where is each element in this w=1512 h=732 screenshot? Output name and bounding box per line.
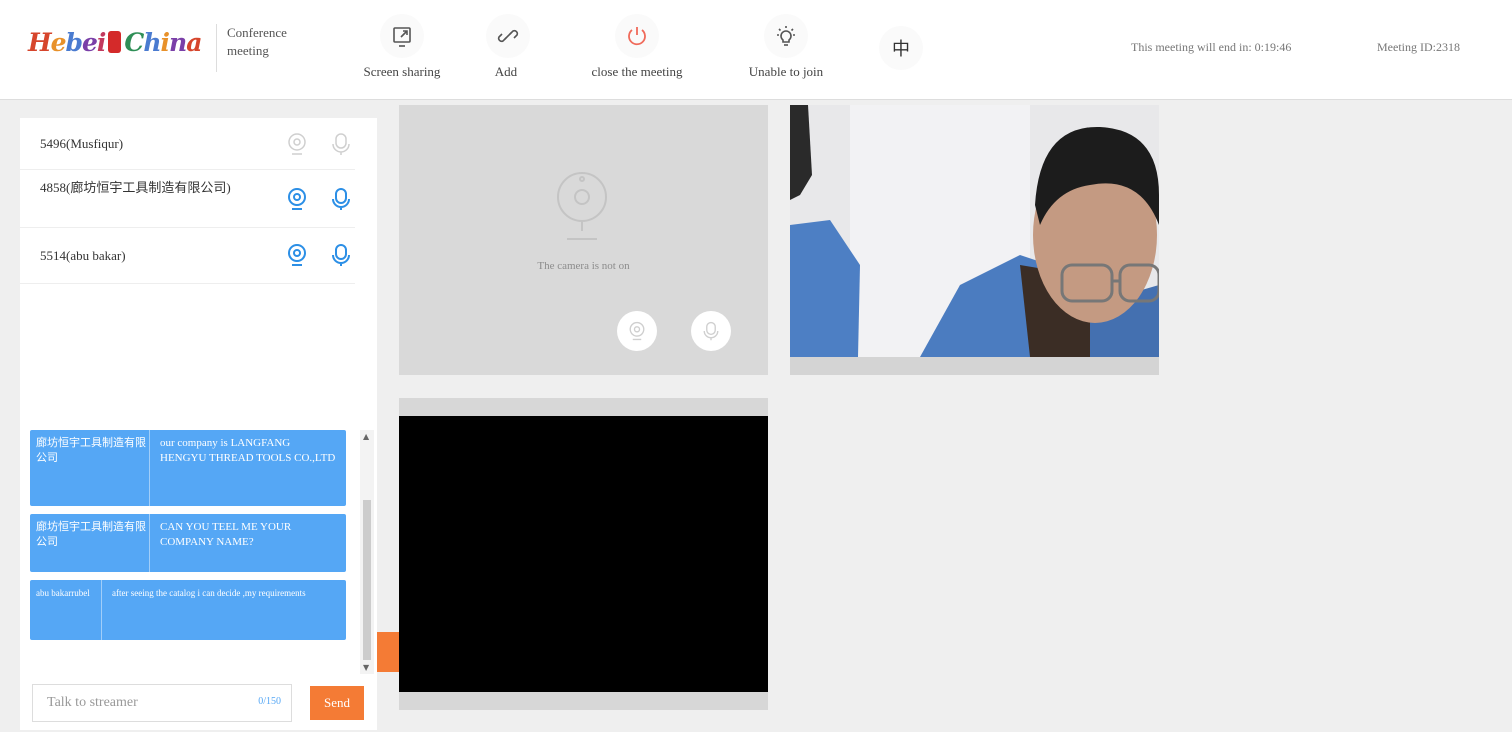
screen-sharing-button[interactable]: Screen sharing (356, 14, 448, 80)
participant-row: 4858(廊坊恒宇工具制造有限公司) (20, 170, 355, 228)
close-meeting-button[interactable]: close the meeting (578, 14, 696, 80)
video-tile-camera-off: The camera is not on (399, 105, 768, 375)
scroll-up-arrow-icon[interactable]: ▲ (363, 432, 369, 441)
chat-text: CAN YOU TEEL ME YOUR COMPANY NAME? (160, 521, 292, 548)
microphone-icon (703, 321, 719, 341)
add-label: Add (494, 64, 518, 79)
microphone-on-icon[interactable] (328, 186, 354, 212)
chat-text: after seeing the catalog i can decide ,m… (112, 588, 306, 598)
chat-sender: 廊坊恒宇工具制造有限公司 (30, 514, 150, 572)
video-tile-participant (790, 105, 1159, 375)
close-meeting-label: close the meeting (591, 64, 683, 79)
chat-text: our company is LANGFANG HENGYU THREAD TO… (160, 437, 336, 464)
video-feed-black (399, 416, 768, 692)
lightbulb-icon (764, 14, 808, 58)
chat-message-list[interactable]: 廊坊恒宇工具制造有限公司 our company is LANGFANG HEN… (28, 430, 365, 670)
talk-to-streamer-input[interactable] (33, 685, 233, 721)
camera-on-icon[interactable] (284, 186, 310, 212)
talk-to-streamer-field[interactable]: 0/150 (32, 684, 292, 722)
participant-name: 4858(廊坊恒宇工具制造有限公司) (40, 180, 231, 195)
tile-microphone-button[interactable] (691, 311, 731, 351)
microphone-on-icon[interactable] (328, 242, 354, 268)
participant-name: 5496(Musfiqur) (40, 136, 124, 151)
camera-off-text: The camera is not on (537, 260, 630, 272)
participant-name: 5514(abu bakar) (40, 248, 126, 263)
microphone-off-icon[interactable] (328, 131, 354, 157)
chat-message: abu bakarrubel after seeing the catalog … (30, 580, 346, 640)
chat-message: 廊坊恒宇工具制造有限公司 CAN YOU TEEL ME YOUR COMPAN… (30, 514, 346, 572)
top-toolbar: Hebei China Conference meeting Screen sha… (0, 0, 1512, 100)
participant-video-feed (790, 105, 1159, 357)
participant-row: 5514(abu bakar) (20, 228, 355, 284)
hebei-china-logo: Hebei China (28, 28, 202, 57)
side-panel: 5496(Musfiqur) 4858(廊坊恒宇工具制造有限公司) 5514(a… (20, 118, 377, 730)
panel-collapse-tab[interactable] (377, 632, 399, 672)
unable-to-join-label: Unable to join (748, 64, 824, 79)
chat-scrollbar[interactable]: ▲ ▼ (360, 430, 374, 674)
chat-sender: abu bakarrubel (30, 580, 102, 640)
meeting-id: Meeting ID:2318 (1377, 40, 1460, 54)
chat-message: 廊坊恒宇工具制造有限公司 our company is LANGFANG HEN… (30, 430, 346, 506)
add-button[interactable]: Add (486, 14, 530, 80)
language-toggle-button[interactable]: 中 (876, 26, 926, 76)
scrollbar-thumb[interactable] (363, 500, 371, 660)
send-button[interactable]: Send (310, 686, 364, 720)
video-tile-black (399, 398, 768, 710)
language-glyph: 中 (879, 26, 923, 70)
camera-icon (629, 321, 645, 341)
camera-off-icon[interactable] (284, 131, 310, 157)
tile-camera-button[interactable] (617, 311, 657, 351)
participant-row: 5496(Musfiqur) (20, 118, 355, 170)
unable-to-join-button[interactable]: Unable to join (734, 14, 838, 80)
screen-sharing-label: Screen sharing (363, 64, 441, 79)
power-icon (615, 14, 659, 58)
conference-title: Conference meeting (216, 24, 316, 72)
scroll-down-arrow-icon[interactable]: ▼ (363, 663, 369, 672)
chat-input-row: 0/150 Send (20, 674, 377, 730)
screen-share-icon (380, 14, 424, 58)
camera-on-icon[interactable] (284, 242, 310, 268)
link-icon (486, 14, 530, 58)
char-counter: 0/150 (258, 696, 281, 707)
meeting-countdown: This meeting will end in: 0:19:46 (1131, 40, 1292, 54)
webcam-icon (557, 172, 607, 240)
chat-sender: 廊坊恒宇工具制造有限公司 (30, 430, 150, 506)
